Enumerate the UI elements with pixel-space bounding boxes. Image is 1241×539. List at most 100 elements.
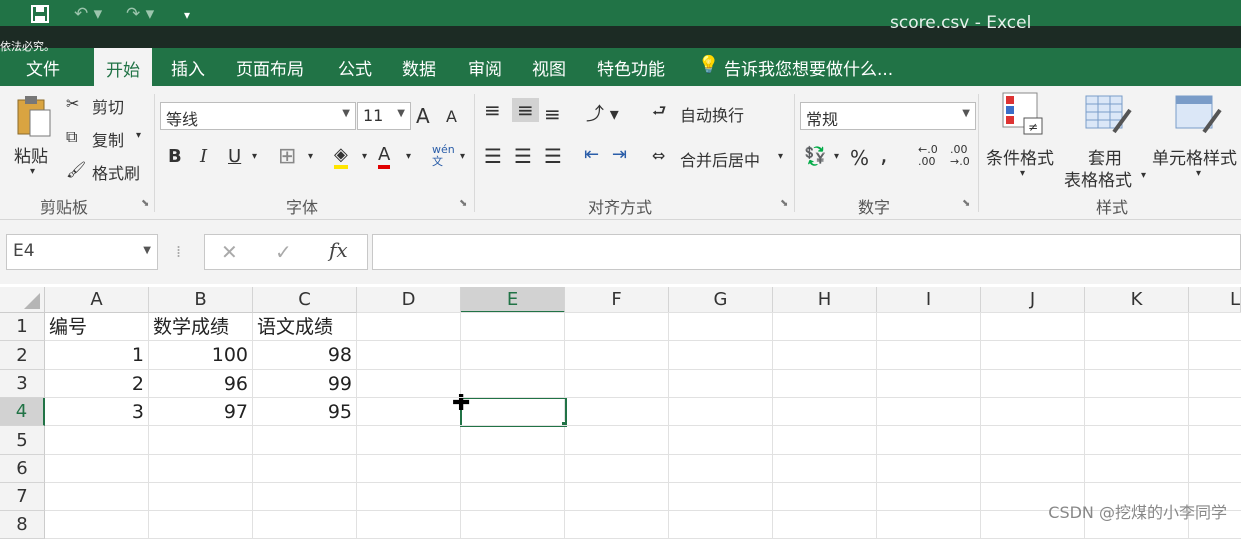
selected-cell-e4[interactable] bbox=[460, 397, 567, 427]
undo-icon[interactable]: ↶ ▾ bbox=[74, 4, 102, 24]
font-color-dropdown-icon[interactable]: ▾ bbox=[406, 151, 411, 162]
tab-view[interactable]: 视图 bbox=[532, 55, 566, 80]
cell-b3[interactable]: 96 bbox=[149, 370, 253, 398]
cell-b1[interactable]: 数学成绩 bbox=[149, 313, 253, 341]
row-header-3[interactable]: 3 bbox=[0, 370, 45, 398]
tab-special-features[interactable]: 特色功能 bbox=[597, 55, 665, 80]
align-left-icon[interactable]: ☰ bbox=[484, 144, 502, 168]
alignment-launcher-icon[interactable]: ⬊ bbox=[780, 198, 788, 209]
cell-c1[interactable]: 语文成绩 bbox=[253, 313, 357, 341]
cell-c3[interactable]: 99 bbox=[253, 370, 357, 398]
conditional-formatting-button[interactable]: 条件格式 bbox=[986, 144, 1054, 169]
formula-input[interactable] bbox=[372, 234, 1241, 270]
row-header-8[interactable]: 8 bbox=[0, 511, 45, 539]
drag-handle-icon[interactable]: ⁞ bbox=[176, 242, 181, 261]
underline-button[interactable]: U bbox=[228, 146, 241, 167]
row-header-6[interactable]: 6 bbox=[0, 455, 45, 483]
tab-insert[interactable]: 插入 bbox=[171, 55, 205, 80]
cell-styles-dropdown-icon[interactable]: ▾ bbox=[1196, 168, 1201, 179]
paste-dropdown-icon[interactable]: ▾ bbox=[30, 166, 35, 177]
increase-decimal-button[interactable]: ←.0 .00 bbox=[918, 144, 938, 168]
row-header-7[interactable]: 7 bbox=[0, 483, 45, 511]
format-painter-button[interactable]: 格式刷 bbox=[92, 160, 140, 184]
row-header-5[interactable]: 5 bbox=[0, 426, 45, 455]
column-header-l[interactable]: L bbox=[1189, 287, 1241, 313]
column-header-c[interactable]: C bbox=[253, 287, 357, 313]
italic-button[interactable]: I bbox=[200, 146, 207, 167]
decrease-indent-icon[interactable]: ⇤ bbox=[584, 144, 599, 165]
increase-indent-icon[interactable]: ⇥ bbox=[612, 144, 627, 165]
cell-styles-button[interactable]: 单元格样式 bbox=[1152, 144, 1237, 169]
row-header-4[interactable]: 4 bbox=[0, 398, 45, 426]
customize-icon[interactable]: ▾ bbox=[184, 8, 190, 22]
currency-icon[interactable]: 💱 bbox=[804, 146, 826, 167]
decrease-decimal-button[interactable]: .00 →.0 bbox=[950, 144, 970, 168]
column-header-f[interactable]: F bbox=[565, 287, 669, 313]
currency-dropdown-icon[interactable]: ▾ bbox=[834, 151, 839, 162]
align-top-icon[interactable]: ≡ bbox=[484, 98, 501, 122]
fill-handle[interactable] bbox=[561, 421, 565, 425]
column-header-e[interactable]: E bbox=[461, 287, 565, 313]
cell-a1[interactable]: 编号 bbox=[45, 313, 149, 341]
tab-formulas[interactable]: 公式 bbox=[338, 55, 372, 80]
column-header-h[interactable]: H bbox=[773, 287, 877, 313]
percent-button[interactable]: % bbox=[850, 146, 869, 170]
font-size-select[interactable]: 11 ▼ bbox=[357, 102, 411, 130]
wrap-text-button[interactable]: 自动换行 bbox=[680, 102, 744, 126]
column-header-b[interactable]: B bbox=[149, 287, 253, 313]
tab-review[interactable]: 审阅 bbox=[468, 55, 502, 80]
phonetic-guide-icon[interactable]: wén 文 bbox=[432, 144, 455, 168]
font-name-select[interactable]: 等线 ▼ bbox=[160, 102, 356, 130]
cell-c4[interactable]: 95 bbox=[253, 398, 357, 426]
cell-a4[interactable]: 3 bbox=[45, 398, 149, 426]
format-as-table-dropdown-icon[interactable]: ▾ bbox=[1141, 170, 1146, 181]
column-header-d[interactable]: D bbox=[357, 287, 461, 313]
tab-file[interactable]: 文件 bbox=[26, 55, 60, 80]
align-right-icon[interactable]: ☰ bbox=[544, 144, 562, 168]
cell-b2[interactable]: 100 bbox=[149, 341, 253, 370]
cancel-icon[interactable]: ✕ bbox=[221, 240, 238, 264]
underline-dropdown-icon[interactable]: ▾ bbox=[252, 151, 257, 162]
cell-a2[interactable]: 1 bbox=[45, 341, 149, 370]
number-launcher-icon[interactable]: ⬊ bbox=[962, 198, 970, 209]
column-header-k[interactable]: K bbox=[1085, 287, 1189, 313]
clipboard-launcher-icon[interactable]: ⬊ bbox=[141, 198, 149, 209]
select-all-button[interactable] bbox=[0, 287, 45, 313]
borders-dropdown-icon[interactable]: ▾ bbox=[308, 151, 313, 162]
borders-icon[interactable]: ⊞ bbox=[278, 144, 296, 169]
format-as-table-label-2[interactable]: 表格格式 bbox=[1064, 166, 1132, 191]
conditional-dropdown-icon[interactable]: ▾ bbox=[1020, 168, 1025, 179]
merge-center-button[interactable]: 合并后居中 bbox=[680, 147, 760, 171]
fill-color-dropdown-icon[interactable]: ▾ bbox=[362, 151, 367, 162]
merge-dropdown-icon[interactable]: ▾ bbox=[778, 151, 783, 162]
align-center-icon[interactable]: ☰ bbox=[514, 144, 532, 168]
row-header-1[interactable]: 1 bbox=[0, 313, 45, 341]
cut-button[interactable]: 剪切 bbox=[92, 94, 124, 118]
bold-button[interactable]: B bbox=[168, 146, 182, 167]
column-header-j[interactable]: J bbox=[981, 287, 1085, 313]
phonetic-dropdown-icon[interactable]: ▾ bbox=[460, 151, 465, 162]
cell-b4[interactable]: 97 bbox=[149, 398, 253, 426]
tab-data[interactable]: 数据 bbox=[402, 55, 436, 80]
font-launcher-icon[interactable]: ⬊ bbox=[459, 198, 467, 209]
font-color-button[interactable]: A bbox=[378, 144, 391, 169]
fill-color-icon[interactable]: ◈ bbox=[334, 144, 348, 169]
align-middle-icon[interactable]: ≡ bbox=[512, 98, 539, 122]
paste-button[interactable]: 粘贴 bbox=[14, 142, 48, 167]
row-header-2[interactable]: 2 bbox=[0, 341, 45, 370]
redo-icon[interactable]: ↷ ▾ bbox=[126, 4, 154, 24]
tab-page-layout[interactable]: 页面布局 bbox=[236, 55, 304, 80]
comma-button[interactable]: , bbox=[880, 140, 888, 168]
copy-dropdown-icon[interactable]: ▾ bbox=[136, 130, 141, 141]
grow-font-button[interactable]: A bbox=[416, 104, 430, 128]
insert-function-icon[interactable]: fx bbox=[329, 238, 348, 262]
enter-icon[interactable]: ✓ bbox=[275, 240, 292, 264]
column-header-i[interactable]: I bbox=[877, 287, 981, 313]
cell-c2[interactable]: 98 bbox=[253, 341, 357, 370]
column-header-g[interactable]: G bbox=[669, 287, 773, 313]
shrink-font-button[interactable]: A bbox=[446, 107, 457, 126]
tab-home[interactable]: 开始 bbox=[94, 48, 152, 86]
name-box[interactable]: E4 ▼ bbox=[6, 234, 158, 270]
copy-button[interactable]: 复制 bbox=[92, 127, 124, 151]
cell-a3[interactable]: 2 bbox=[45, 370, 149, 398]
